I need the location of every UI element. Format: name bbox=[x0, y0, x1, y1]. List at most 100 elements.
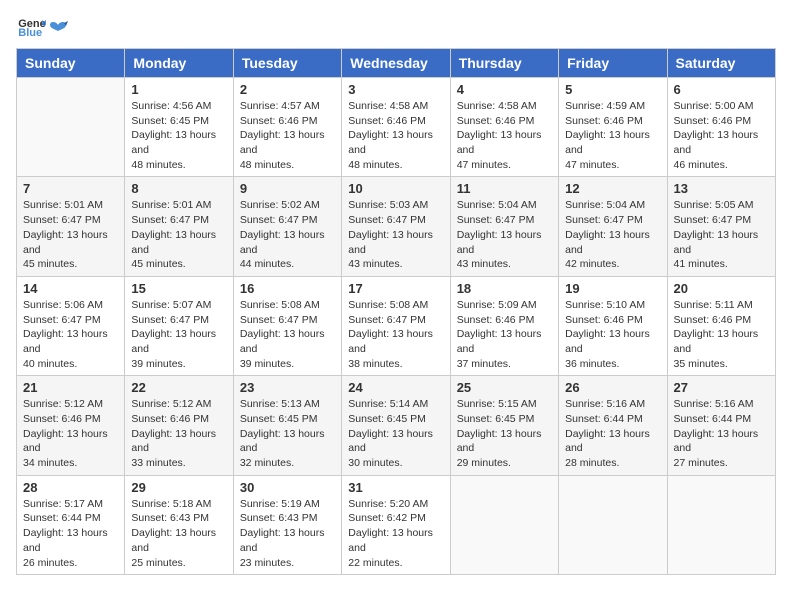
day-number: 24 bbox=[348, 380, 443, 395]
day-info: Sunrise: 5:09 AMSunset: 6:46 PMDaylight:… bbox=[457, 298, 552, 371]
day-info: Sunrise: 5:03 AMSunset: 6:47 PMDaylight:… bbox=[348, 198, 443, 271]
calendar-cell: 29 Sunrise: 5:18 AMSunset: 6:43 PMDayligh… bbox=[125, 475, 233, 574]
calendar-cell: 30 Sunrise: 5:19 AMSunset: 6:43 PMDayligh… bbox=[233, 475, 341, 574]
calendar-cell: 14 Sunrise: 5:06 AMSunset: 6:47 PMDayligh… bbox=[17, 276, 125, 375]
calendar-week-row: 1 Sunrise: 4:56 AMSunset: 6:45 PMDaylight… bbox=[17, 78, 776, 177]
calendar-week-row: 28Sunrise: 5:17 AMSunset: 6:44 PMDayligh… bbox=[17, 475, 776, 574]
day-info: Sunrise: 5:20 AMSunset: 6:42 PMDaylight:… bbox=[348, 497, 443, 570]
day-info: Sunrise: 5:04 AMSunset: 6:47 PMDaylight:… bbox=[565, 198, 660, 271]
day-info: Sunrise: 5:01 AMSunset: 6:47 PMDaylight:… bbox=[23, 198, 118, 271]
calendar-cell: 31Sunrise: 5:20 AMSunset: 6:42 PMDayligh… bbox=[342, 475, 450, 574]
day-info: Sunrise: 5:08 AMSunset: 6:47 PMDaylight:… bbox=[240, 298, 335, 371]
calendar-cell: 3 Sunrise: 4:58 AMSunset: 6:46 PMDaylight… bbox=[342, 78, 450, 177]
calendar-cell: 12Sunrise: 5:04 AMSunset: 6:47 PMDayligh… bbox=[559, 177, 667, 276]
day-of-week-header: Thursday bbox=[450, 49, 558, 78]
day-number: 20 bbox=[674, 281, 769, 296]
day-of-week-header: Sunday bbox=[17, 49, 125, 78]
day-number: 23 bbox=[240, 380, 335, 395]
logo: General Blue bbox=[16, 16, 68, 38]
calendar-cell: 26Sunrise: 5:16 AMSunset: 6:44 PMDayligh… bbox=[559, 376, 667, 475]
calendar-cell: 15Sunrise: 5:07 AMSunset: 6:47 PMDayligh… bbox=[125, 276, 233, 375]
day-number: 30 bbox=[240, 480, 335, 495]
day-info: Sunrise: 5:11 AMSunset: 6:46 PMDaylight:… bbox=[674, 298, 769, 371]
day-number: 6 bbox=[674, 82, 769, 97]
day-number: 21 bbox=[23, 380, 118, 395]
calendar-cell bbox=[559, 475, 667, 574]
calendar-header-row: SundayMondayTuesdayWednesdayThursdayFrid… bbox=[17, 49, 776, 78]
calendar-cell: 20 Sunrise: 5:11 AMSunset: 6:46 PMDayligh… bbox=[667, 276, 775, 375]
calendar-cell: 21 Sunrise: 5:12 AMSunset: 6:46 PMDayligh… bbox=[17, 376, 125, 475]
day-number: 1 bbox=[131, 82, 226, 97]
day-info: Sunrise: 5:16 AMSunset: 6:44 PMDaylight:… bbox=[565, 397, 660, 470]
calendar-cell: 24 Sunrise: 5:14 AMSunset: 6:45 PMDayligh… bbox=[342, 376, 450, 475]
calendar-cell: 9 Sunrise: 5:02 AMSunset: 6:47 PMDaylight… bbox=[233, 177, 341, 276]
day-info: Sunrise: 4:58 AMSunset: 6:46 PMDaylight:… bbox=[457, 99, 552, 172]
day-info: Sunrise: 5:10 AMSunset: 6:46 PMDaylight:… bbox=[565, 298, 660, 371]
logo-bird-icon bbox=[48, 21, 68, 37]
day-of-week-header: Monday bbox=[125, 49, 233, 78]
day-of-week-header: Wednesday bbox=[342, 49, 450, 78]
day-number: 9 bbox=[240, 181, 335, 196]
calendar-week-row: 14 Sunrise: 5:06 AMSunset: 6:47 PMDayligh… bbox=[17, 276, 776, 375]
day-info: Sunrise: 4:59 AMSunset: 6:46 PMDaylight:… bbox=[565, 99, 660, 172]
logo-icon: General Blue bbox=[18, 16, 46, 38]
day-info: Sunrise: 5:04 AMSunset: 6:47 PMDaylight:… bbox=[457, 198, 552, 271]
calendar-cell: 27 Sunrise: 5:16 AMSunset: 6:44 PMDayligh… bbox=[667, 376, 775, 475]
day-info: Sunrise: 5:13 AMSunset: 6:45 PMDaylight:… bbox=[240, 397, 335, 470]
day-number: 4 bbox=[457, 82, 552, 97]
day-number: 25 bbox=[457, 380, 552, 395]
calendar-cell: 16Sunrise: 5:08 AMSunset: 6:47 PMDayligh… bbox=[233, 276, 341, 375]
day-number: 15 bbox=[131, 281, 226, 296]
calendar-cell: 6 Sunrise: 5:00 AMSunset: 6:46 PMDaylight… bbox=[667, 78, 775, 177]
day-of-week-header: Tuesday bbox=[233, 49, 341, 78]
day-info: Sunrise: 5:01 AMSunset: 6:47 PMDaylight:… bbox=[131, 198, 226, 271]
calendar-cell: 10 Sunrise: 5:03 AMSunset: 6:47 PMDayligh… bbox=[342, 177, 450, 276]
day-info: Sunrise: 4:58 AMSunset: 6:46 PMDaylight:… bbox=[348, 99, 443, 172]
calendar-cell: 8 Sunrise: 5:01 AMSunset: 6:47 PMDaylight… bbox=[125, 177, 233, 276]
day-info: Sunrise: 4:56 AMSunset: 6:45 PMDaylight:… bbox=[131, 99, 226, 172]
calendar-cell: 18 Sunrise: 5:09 AMSunset: 6:46 PMDayligh… bbox=[450, 276, 558, 375]
day-info: Sunrise: 5:00 AMSunset: 6:46 PMDaylight:… bbox=[674, 99, 769, 172]
day-info: Sunrise: 5:18 AMSunset: 6:43 PMDaylight:… bbox=[131, 497, 226, 570]
calendar-cell bbox=[667, 475, 775, 574]
day-number: 22 bbox=[131, 380, 226, 395]
svg-text:Blue: Blue bbox=[18, 27, 42, 38]
day-number: 3 bbox=[348, 82, 443, 97]
day-number: 14 bbox=[23, 281, 118, 296]
day-of-week-header: Saturday bbox=[667, 49, 775, 78]
day-number: 28 bbox=[23, 480, 118, 495]
day-info: Sunrise: 5:12 AMSunset: 6:46 PMDaylight:… bbox=[23, 397, 118, 470]
calendar-cell: 28Sunrise: 5:17 AMSunset: 6:44 PMDayligh… bbox=[17, 475, 125, 574]
day-info: Sunrise: 5:02 AMSunset: 6:47 PMDaylight:… bbox=[240, 198, 335, 271]
day-number: 13 bbox=[674, 181, 769, 196]
day-info: Sunrise: 5:08 AMSunset: 6:47 PMDaylight:… bbox=[348, 298, 443, 371]
day-info: Sunrise: 5:14 AMSunset: 6:45 PMDaylight:… bbox=[348, 397, 443, 470]
calendar-cell bbox=[17, 78, 125, 177]
day-number: 27 bbox=[674, 380, 769, 395]
day-info: Sunrise: 5:05 AMSunset: 6:47 PMDaylight:… bbox=[674, 198, 769, 271]
day-number: 17 bbox=[348, 281, 443, 296]
day-number: 8 bbox=[131, 181, 226, 196]
day-info: Sunrise: 5:15 AMSunset: 6:45 PMDaylight:… bbox=[457, 397, 552, 470]
calendar-table: SundayMondayTuesdayWednesdayThursdayFrid… bbox=[16, 48, 776, 575]
day-number: 18 bbox=[457, 281, 552, 296]
calendar-cell: 19 Sunrise: 5:10 AMSunset: 6:46 PMDayligh… bbox=[559, 276, 667, 375]
day-number: 19 bbox=[565, 281, 660, 296]
calendar-cell: 4 Sunrise: 4:58 AMSunset: 6:46 PMDaylight… bbox=[450, 78, 558, 177]
calendar-cell: 5 Sunrise: 4:59 AMSunset: 6:46 PMDaylight… bbox=[559, 78, 667, 177]
day-number: 7 bbox=[23, 181, 118, 196]
calendar-cell: 11Sunrise: 5:04 AMSunset: 6:47 PMDayligh… bbox=[450, 177, 558, 276]
calendar-cell: 25 Sunrise: 5:15 AMSunset: 6:45 PMDayligh… bbox=[450, 376, 558, 475]
day-info: Sunrise: 5:06 AMSunset: 6:47 PMDaylight:… bbox=[23, 298, 118, 371]
calendar-cell: 23 Sunrise: 5:13 AMSunset: 6:45 PMDayligh… bbox=[233, 376, 341, 475]
day-number: 5 bbox=[565, 82, 660, 97]
header: General Blue bbox=[16, 16, 776, 38]
day-info: Sunrise: 5:19 AMSunset: 6:43 PMDaylight:… bbox=[240, 497, 335, 570]
day-number: 2 bbox=[240, 82, 335, 97]
calendar-week-row: 21 Sunrise: 5:12 AMSunset: 6:46 PMDayligh… bbox=[17, 376, 776, 475]
day-info: Sunrise: 5:16 AMSunset: 6:44 PMDaylight:… bbox=[674, 397, 769, 470]
calendar-cell bbox=[450, 475, 558, 574]
calendar-week-row: 7 Sunrise: 5:01 AMSunset: 6:47 PMDaylight… bbox=[17, 177, 776, 276]
day-number: 10 bbox=[348, 181, 443, 196]
day-number: 29 bbox=[131, 480, 226, 495]
